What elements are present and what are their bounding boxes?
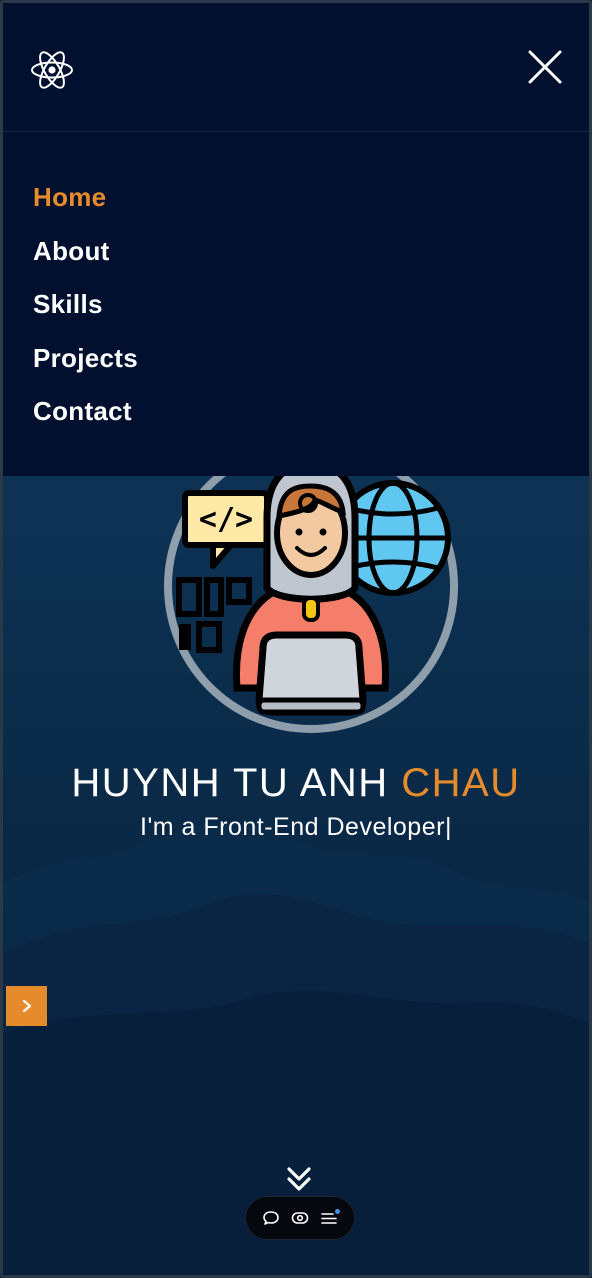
app-frame: </> HUYNH TU ANH CHAU I'm a Front-End De… [0, 0, 592, 1278]
react-atom-icon [31, 51, 73, 89]
double-chevron-down-icon [287, 1167, 311, 1191]
side-toggle-button[interactable] [6, 986, 47, 1026]
hero-subtitle: I'm a Front-End Developer| [140, 813, 452, 841]
nav-item-projects[interactable]: Projects [33, 336, 138, 390]
nav-item-skills[interactable]: Skills [33, 282, 138, 336]
notification-dot [335, 1209, 340, 1214]
nav-item-home[interactable]: Home [33, 175, 138, 229]
scroll-down-button[interactable] [283, 1165, 315, 1195]
svg-text:</>: </> [199, 502, 253, 537]
chat-bubble-icon [263, 1211, 279, 1225]
floating-toolbar [245, 1196, 355, 1240]
eye-icon [291, 1212, 309, 1224]
hero-name: HUYNH TU ANH CHAU [3, 761, 589, 806]
chat-button[interactable] [259, 1206, 283, 1230]
hero-name-first: HUYNH TU ANH [71, 761, 389, 805]
nav-item-about[interactable]: About [33, 229, 138, 283]
preview-button[interactable] [288, 1206, 312, 1230]
hero-name-accent: CHAU [401, 761, 521, 805]
nav-list: Home About Skills Projects Contact [33, 175, 138, 443]
nav-header [3, 3, 589, 132]
mobile-nav-panel: Home About Skills Projects Contact [3, 3, 589, 476]
close-menu-button[interactable] [526, 48, 564, 86]
nav-item-contact[interactable]: Contact [33, 389, 138, 443]
menu-button[interactable] [317, 1206, 341, 1230]
chevron-right-icon [22, 999, 31, 1013]
close-icon [528, 50, 562, 84]
logo-link[interactable] [30, 49, 74, 91]
developer-avatar-icon: </> [163, 438, 459, 734]
